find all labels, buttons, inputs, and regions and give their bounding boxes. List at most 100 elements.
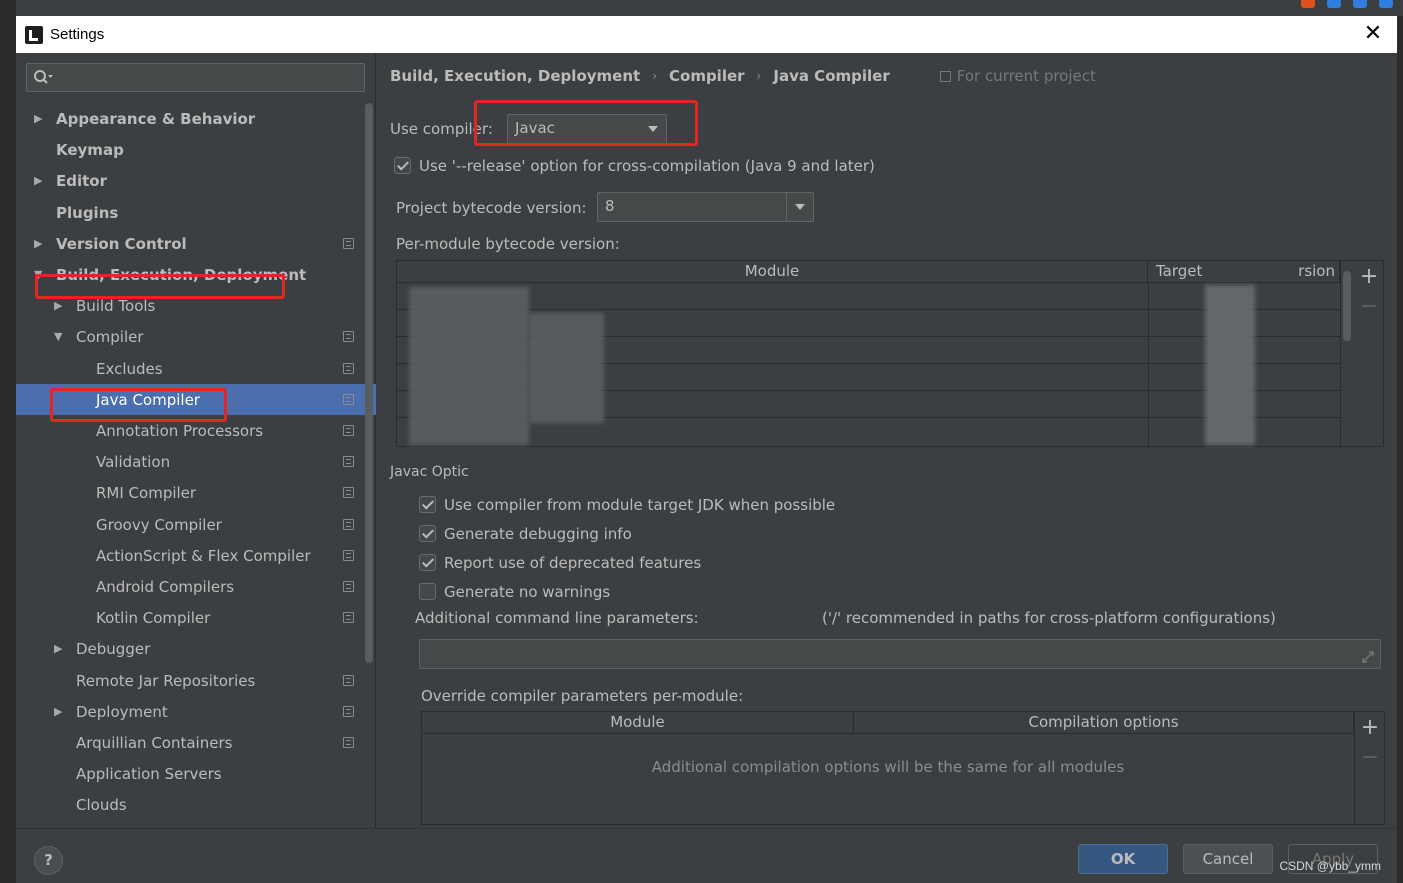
chevron-down-icon: [786, 193, 813, 221]
javac-option-checkbox[interactable]: [419, 554, 436, 571]
table-scrollbar[interactable]: [1343, 271, 1351, 341]
breadcrumb-item[interactable]: Compiler: [669, 67, 745, 85]
release-option-label: Use '--release' option for cross-compila…: [419, 157, 875, 175]
search-box[interactable]: [26, 63, 365, 92]
tree-item-label: Deployment: [76, 702, 168, 721]
release-option-checkbox[interactable]: [394, 157, 411, 174]
collapsed-arrow-icon[interactable]: ▶: [54, 642, 66, 655]
tree-item-label: Appearance & Behavior: [56, 109, 256, 128]
tree-item-deployment[interactable]: ▶ Deployment: [16, 696, 376, 727]
project-scope-icon: [343, 238, 354, 249]
translate-icon: [1327, 0, 1341, 8]
column-header-compilation-options[interactable]: Compilation options: [854, 712, 1354, 734]
tree-item-debugger[interactable]: ▶ Debugger: [16, 633, 376, 664]
remove-module-button[interactable]: −: [1358, 296, 1380, 319]
tree-scrollbar[interactable]: [365, 103, 373, 663]
additional-params-input[interactable]: [419, 639, 1381, 669]
add-override-button[interactable]: +: [1359, 717, 1381, 740]
javac-option-label: Generate no warnings: [444, 583, 611, 601]
collapsed-arrow-icon[interactable]: ▶: [34, 112, 46, 125]
tree-item-plugins[interactable]: Plugins: [16, 197, 376, 228]
javac-option-checkbox[interactable]: [419, 583, 436, 600]
tree-item-application-servers[interactable]: Application Servers: [16, 758, 376, 789]
ide-editor-fragment: [0, 0, 16, 883]
column-divider: [1148, 283, 1149, 448]
tree-item-compiler[interactable]: ▼ Compiler: [16, 321, 376, 352]
tree-item-version-control[interactable]: ▶ Version Control: [16, 228, 376, 259]
tree-item-label: Excludes: [96, 359, 163, 378]
collapsed-arrow-icon[interactable]: ▶: [34, 174, 46, 187]
breadcrumb-item: Java Compiler: [773, 67, 890, 85]
column-header-module[interactable]: Module: [422, 712, 854, 734]
title-bar: Settings ✕: [16, 16, 1397, 53]
ide-top-bar: [0, 0, 1403, 16]
search-icon[interactable]: [33, 69, 53, 87]
override-params-label: Override compiler parameters per-module:: [421, 687, 744, 705]
tree-item-android-compilers[interactable]: Android Compilers: [16, 571, 376, 602]
project-scope-icon: [343, 363, 354, 374]
tree-item-actionscript-flex-compiler[interactable]: ActionScript & Flex Compiler: [16, 540, 376, 571]
javac-option-label: Generate debugging info: [444, 525, 632, 543]
collapsed-arrow-icon[interactable]: ▶: [54, 705, 66, 718]
tree-item-remote-jar-repositories[interactable]: Remote Jar Repositories: [16, 665, 376, 696]
column-header-module[interactable]: Module: [397, 261, 1148, 283]
redacted-module-names: [409, 287, 529, 445]
use-compiler-label: Use compiler:: [390, 120, 493, 138]
additional-params-hint: ('/' recommended in paths for cross-plat…: [822, 609, 1276, 627]
ide-right-fragment: [1397, 16, 1403, 883]
tree-item-label: Android Compilers: [96, 577, 235, 596]
table-row[interactable]: [397, 283, 1340, 310]
table-edge: [1354, 712, 1355, 826]
project-scope-icon: [343, 394, 354, 405]
use-compiler-dropdown[interactable]: Javac: [507, 114, 667, 144]
tree-item-label: RMI Compiler: [96, 483, 197, 502]
column-header-target[interactable]: Target rsion: [1148, 261, 1340, 283]
tree-item-arquillian-containers[interactable]: Arquillian Containers: [16, 727, 376, 758]
tree-item-validation[interactable]: Validation: [16, 446, 376, 477]
cancel-button[interactable]: Cancel: [1183, 844, 1273, 874]
bytecode-version-dropdown[interactable]: 8: [597, 192, 814, 222]
tree-item-keymap[interactable]: Keymap: [16, 134, 376, 165]
tree-item-clouds[interactable]: Clouds: [16, 789, 376, 820]
project-scope-icon: [343, 487, 354, 498]
tree-item-rmi-compiler[interactable]: RMI Compiler: [16, 477, 376, 508]
tree-item-build-tools[interactable]: ▶ Build Tools: [16, 290, 376, 321]
tree-item-editor[interactable]: ▶ Editor: [16, 165, 376, 196]
tree-item-annotation-processors[interactable]: Annotation Processors: [16, 415, 376, 446]
tree-item-excludes[interactable]: Excludes: [16, 353, 376, 384]
help-button[interactable]: ?: [34, 846, 63, 875]
intellij-logo-icon: [25, 25, 43, 44]
column-header-target-tail: rsion: [1298, 262, 1335, 280]
ok-button[interactable]: OK: [1078, 844, 1168, 874]
expanded-arrow-icon[interactable]: ▼: [34, 268, 46, 281]
search-input[interactable]: [57, 67, 357, 88]
tree-item-label: Java Compiler: [96, 390, 200, 409]
column-header-target-text: Target: [1156, 262, 1203, 280]
tree-item-build-execution-deployment[interactable]: ▼ Build, Execution, Deployment: [16, 259, 376, 290]
breadcrumb-separator: ›: [652, 69, 657, 83]
expand-icon[interactable]: [1360, 649, 1376, 665]
collapsed-arrow-icon[interactable]: ▶: [54, 299, 66, 312]
javac-option-checkbox[interactable]: [419, 525, 436, 542]
toolbar-icon: [1379, 0, 1393, 8]
tree-item-kotlin-compiler[interactable]: Kotlin Compiler: [16, 602, 376, 633]
expanded-arrow-icon[interactable]: ▼: [54, 330, 66, 343]
project-scope-icon: [343, 675, 354, 686]
redacted-target-values: [1205, 285, 1255, 445]
project-scope-icon: [939, 70, 951, 82]
tree-item-label: Version Control: [56, 234, 187, 253]
javac-option-checkbox[interactable]: [419, 496, 436, 513]
use-compiler-value: Javac: [515, 119, 555, 137]
tree-item-label: Editor: [56, 171, 107, 190]
override-params-table: Module Compilation options Additional co…: [421, 711, 1385, 826]
settings-dialog: Settings ✕ ▶ Appearance & Behavior Keymap ▶…: [16, 16, 1397, 883]
add-module-button[interactable]: +: [1358, 266, 1380, 289]
collapsed-arrow-icon[interactable]: ▶: [34, 237, 46, 250]
remove-override-button[interactable]: −: [1359, 747, 1381, 770]
project-scope-icon: [343, 581, 354, 592]
tree-item-appearance-behavior[interactable]: ▶ Appearance & Behavior: [16, 103, 376, 134]
tree-item-java-compiler[interactable]: Java Compiler: [16, 384, 376, 415]
breadcrumb-item[interactable]: Build, Execution, Deployment: [390, 67, 640, 85]
tree-item-groovy-compiler[interactable]: Groovy Compiler: [16, 509, 376, 540]
close-button[interactable]: ✕: [1361, 22, 1385, 46]
